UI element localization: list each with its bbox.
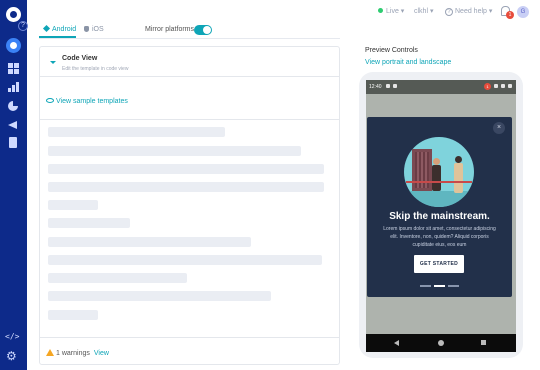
recent-apps-icon[interactable] — [481, 340, 486, 345]
page-dot[interactable] — [434, 285, 445, 287]
wifi-icon — [494, 84, 498, 88]
bar-chart-icon[interactable] — [7, 81, 20, 94]
eye-icon — [46, 98, 54, 103]
warnings-bar: 1 warnings View — [46, 349, 109, 357]
modal-body-text: Lorem ipsum dolor sit amet, consectetur … — [383, 226, 496, 248]
tabs-divider — [39, 38, 340, 39]
page-dot[interactable] — [448, 285, 459, 287]
code-icon[interactable]: </> — [5, 332, 19, 341]
view-warnings-link[interactable]: View — [94, 350, 109, 357]
apple-icon — [84, 26, 89, 32]
tab-android[interactable]: Android — [42, 24, 77, 33]
code-editor[interactable] — [40, 119, 339, 338]
preview-controls-title: Preview Controls — [365, 47, 418, 54]
tab-android-label: Android — [52, 26, 77, 33]
code-line-placeholder — [48, 200, 98, 210]
back-icon[interactable] — [394, 340, 399, 346]
signal-icon — [501, 84, 505, 88]
page-indicator — [420, 285, 460, 287]
top-bar: Live ▾ clkhl ▾ ? Need help ▾ 1 G — [27, 0, 540, 24]
code-line-placeholder — [48, 255, 322, 265]
sidebar: ? </> ⚙ — [0, 0, 28, 370]
status-time: 12:40 — [369, 84, 382, 90]
code-view-header[interactable]: Code View Edit the template in code view — [40, 47, 339, 77]
account-selector[interactable]: clkhl ▾ — [414, 7, 433, 15]
tab-ios[interactable]: iOS — [84, 26, 104, 33]
code-view-title: Code View — [62, 55, 98, 62]
account-label: clkhl — [414, 8, 429, 15]
modal-card: × Skip the mainstream. Lorem ipsum dolor… — [367, 117, 512, 297]
code-view-subtitle: Edit the template in code view — [62, 66, 129, 72]
grid-icon[interactable] — [7, 62, 20, 75]
pie-chart-icon[interactable] — [7, 100, 20, 113]
tab-ios-label: iOS — [92, 26, 104, 33]
home-icon[interactable] — [438, 340, 444, 346]
code-line-placeholder — [48, 218, 130, 228]
mirror-platforms-label: Mirror platforms — [145, 26, 195, 33]
modal-illustration — [404, 137, 474, 207]
view-portrait-landscape-link[interactable]: View portrait and landscape — [365, 59, 451, 66]
phone-status-bar: 12:40 1 — [366, 80, 516, 94]
sample-link-label: View sample templates — [56, 98, 128, 105]
warning-icon — [46, 349, 54, 356]
close-icon[interactable]: × — [493, 122, 505, 134]
collapse-caret-icon[interactable] — [50, 61, 56, 64]
code-line-placeholder — [48, 273, 187, 283]
modal-title: Skip the mainstream. — [389, 211, 490, 222]
environment-selector[interactable]: Live ▾ — [378, 7, 404, 15]
need-help-menu[interactable]: ? Need help ▾ — [445, 7, 492, 16]
android-icon — [42, 24, 51, 33]
status-icon — [393, 84, 397, 88]
code-line-placeholder — [48, 237, 251, 247]
question-icon: ? — [445, 8, 453, 16]
warnings-count: 1 warnings — [56, 350, 90, 357]
avatar[interactable]: G — [517, 6, 529, 18]
code-line-placeholder — [48, 182, 324, 192]
document-icon[interactable] — [7, 137, 20, 150]
page-dot[interactable] — [420, 285, 431, 287]
megaphone-icon[interactable] — [7, 118, 20, 131]
live-status-dot — [378, 8, 383, 13]
battery-icon — [508, 84, 512, 88]
status-notification-badge: 1 — [484, 83, 491, 90]
get-started-button[interactable]: GET STARTED — [414, 255, 464, 273]
code-view-panel: Code View Edit the template in code view… — [39, 46, 340, 365]
mirror-platforms-toggle[interactable] — [194, 25, 212, 35]
code-line-placeholder — [48, 127, 225, 137]
code-line-placeholder — [48, 291, 271, 301]
app-logo[interactable] — [6, 7, 21, 22]
phone-screen: 12:40 1 × Skip the mainstream. Lorem ips… — [366, 80, 516, 352]
need-help-label: Need help — [455, 8, 487, 15]
gear-icon[interactable]: ⚙ — [6, 350, 17, 362]
notification-badge: 1 — [506, 11, 514, 19]
code-line-placeholder — [48, 146, 301, 156]
code-line-placeholder — [48, 310, 98, 320]
dashboard-icon[interactable] — [6, 38, 21, 53]
status-icon — [386, 84, 390, 88]
code-line-placeholder — [48, 164, 324, 174]
phone-nav-bar — [366, 334, 516, 352]
live-label: Live — [386, 8, 399, 15]
view-sample-templates-link[interactable]: View sample templates — [46, 98, 128, 105]
